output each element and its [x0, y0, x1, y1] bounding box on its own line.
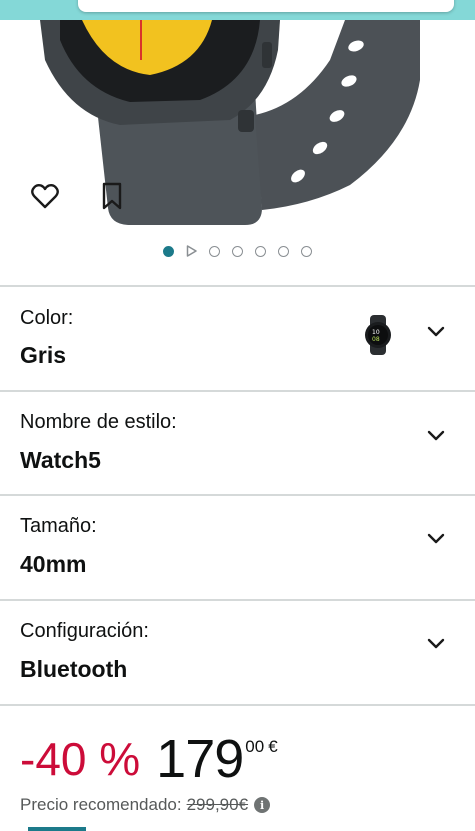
color-value: Gris [20, 342, 67, 368]
style-name-selector[interactable]: Nombre de estilo: Watch5 [0, 392, 475, 494]
pagination-dot-4[interactable] [232, 245, 243, 257]
video-slide-play-icon[interactable] [186, 245, 197, 257]
chevron-down-icon [427, 533, 445, 544]
info-icon[interactable]: i [254, 797, 271, 813]
configuration-value: Bluetooth [20, 656, 128, 682]
price-block: -40 % 179 00 € [20, 730, 278, 790]
configuration-selector[interactable]: Configuración: Bluetooth [0, 601, 475, 703]
chevron-down-icon [427, 430, 445, 441]
recommended-price-label: Precio recomendado: [20, 795, 182, 814]
discount-percentage: -40 % [20, 733, 141, 785]
chevron-down-icon [427, 326, 445, 337]
pagination-dot-5[interactable] [255, 245, 266, 257]
product-image[interactable] [0, 20, 475, 240]
pagination-dot-3[interactable] [209, 245, 220, 257]
recommended-price-value: 299,90€ [186, 795, 249, 814]
style-name-value: Watch5 [20, 447, 101, 473]
watch-illustration [40, 20, 420, 225]
chevron-down-icon [427, 638, 445, 649]
size-value: 40mm [20, 551, 87, 577]
color-selector[interactable]: Color: Gris 10 08 [0, 287, 475, 389]
bookmark-icon [102, 182, 122, 210]
gallery-pagination [0, 241, 475, 261]
color-swatch-thumbnail[interactable]: 10 08 [361, 315, 395, 355]
wishlist-heart-icon[interactable] [25, 176, 65, 216]
heart-icon [31, 183, 59, 209]
size-label: Tamaño: [20, 515, 97, 537]
configuration-label: Configuración: [20, 620, 149, 642]
style-name-label: Nombre de estilo: [20, 411, 177, 433]
bottom-tab-indicator [28, 827, 86, 831]
pagination-dot-6[interactable] [278, 245, 289, 257]
save-bookmark-icon[interactable] [92, 176, 132, 216]
svg-text:10: 10 [372, 329, 380, 336]
size-selector[interactable]: Tamaño: 40mm [0, 496, 475, 598]
pagination-dot-7[interactable] [301, 245, 312, 257]
svg-text:08: 08 [372, 336, 380, 343]
pagination-dot-1[interactable] [163, 245, 174, 257]
price-currency: € [268, 737, 278, 756]
color-label: Color: [20, 307, 74, 329]
search-input[interactable] [78, 0, 454, 12]
price-fraction: 00 [245, 737, 265, 756]
divider [0, 704, 475, 706]
price-whole: 179 [156, 729, 244, 789]
recommended-price: Precio recomendado: 299,90€ i [20, 795, 271, 815]
